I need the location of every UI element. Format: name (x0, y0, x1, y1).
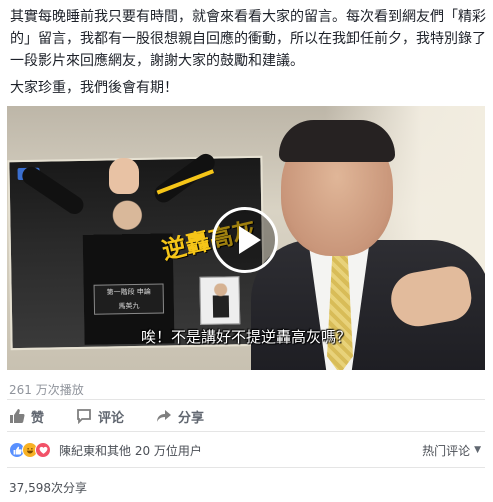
chevron-down-icon: ▼ (474, 445, 481, 455)
share-count[interactable]: 37,598次分享 (9, 479, 87, 496)
view-count: 261 万次播放 (9, 383, 84, 397)
play-icon (239, 226, 261, 254)
reactions-summary: 陳紀東和其他 20 万位用户 热门评论 ▼ (9, 440, 481, 460)
action-bar: 赞 评论 分享 (9, 406, 479, 426)
comment-sort-dropdown[interactable]: 热门评论 ▼ (422, 442, 481, 459)
share-button[interactable]: 分享 (156, 407, 204, 426)
poster-figure-arm (18, 163, 87, 218)
post-body: 其實每晚睡前我只要有時間，就會來看看大家的留言。每次看到網友們「精彩的」留言，我… (10, 6, 486, 103)
speaker-hair (279, 120, 395, 162)
poster-inset-photo (199, 276, 241, 325)
divider (7, 467, 485, 468)
poster-name: 馬英九 (118, 301, 140, 311)
share-arrow-icon (156, 408, 172, 424)
comment-button[interactable]: 评论 (76, 407, 124, 426)
video-player[interactable]: 逆轟高灰 第一階段 申論 馬英九 唉！不是講好不提逆轟高灰嗎？ (7, 106, 485, 370)
poster-figure (81, 193, 175, 345)
post-paragraph: 其實每晚睡前我只要有時間，就會來看看大家的留言。每次看到網友們「精彩的」留言，我… (10, 9, 486, 69)
post-paragraph: 大家珍重，我們後會有期！ (10, 80, 178, 96)
poster-caption: 第一階段 申論 馬英九 (93, 283, 165, 315)
reaction-icons[interactable] (9, 442, 51, 458)
comment-icon (76, 408, 92, 424)
reaction-names-link[interactable]: 陳紀東和其他 20 万位用户 (59, 442, 202, 459)
divider (7, 431, 485, 432)
hand-holding-poster (109, 158, 139, 194)
video-subtitle: 唉！不是講好不提逆轟高灰嗎？ (141, 328, 352, 346)
love-reaction-icon (35, 442, 51, 458)
play-button[interactable] (212, 207, 278, 273)
poster-caption-line: 第一階段 申論 (106, 287, 151, 297)
thumbs-up-icon (9, 408, 25, 424)
like-button[interactable]: 赞 (9, 407, 44, 426)
comment-label: 评论 (98, 410, 125, 426)
share-label: 分享 (178, 410, 205, 426)
poster-rays (156, 169, 224, 219)
like-label: 赞 (31, 410, 45, 426)
divider (7, 399, 485, 400)
comment-sort-label: 热门评论 (422, 443, 471, 458)
